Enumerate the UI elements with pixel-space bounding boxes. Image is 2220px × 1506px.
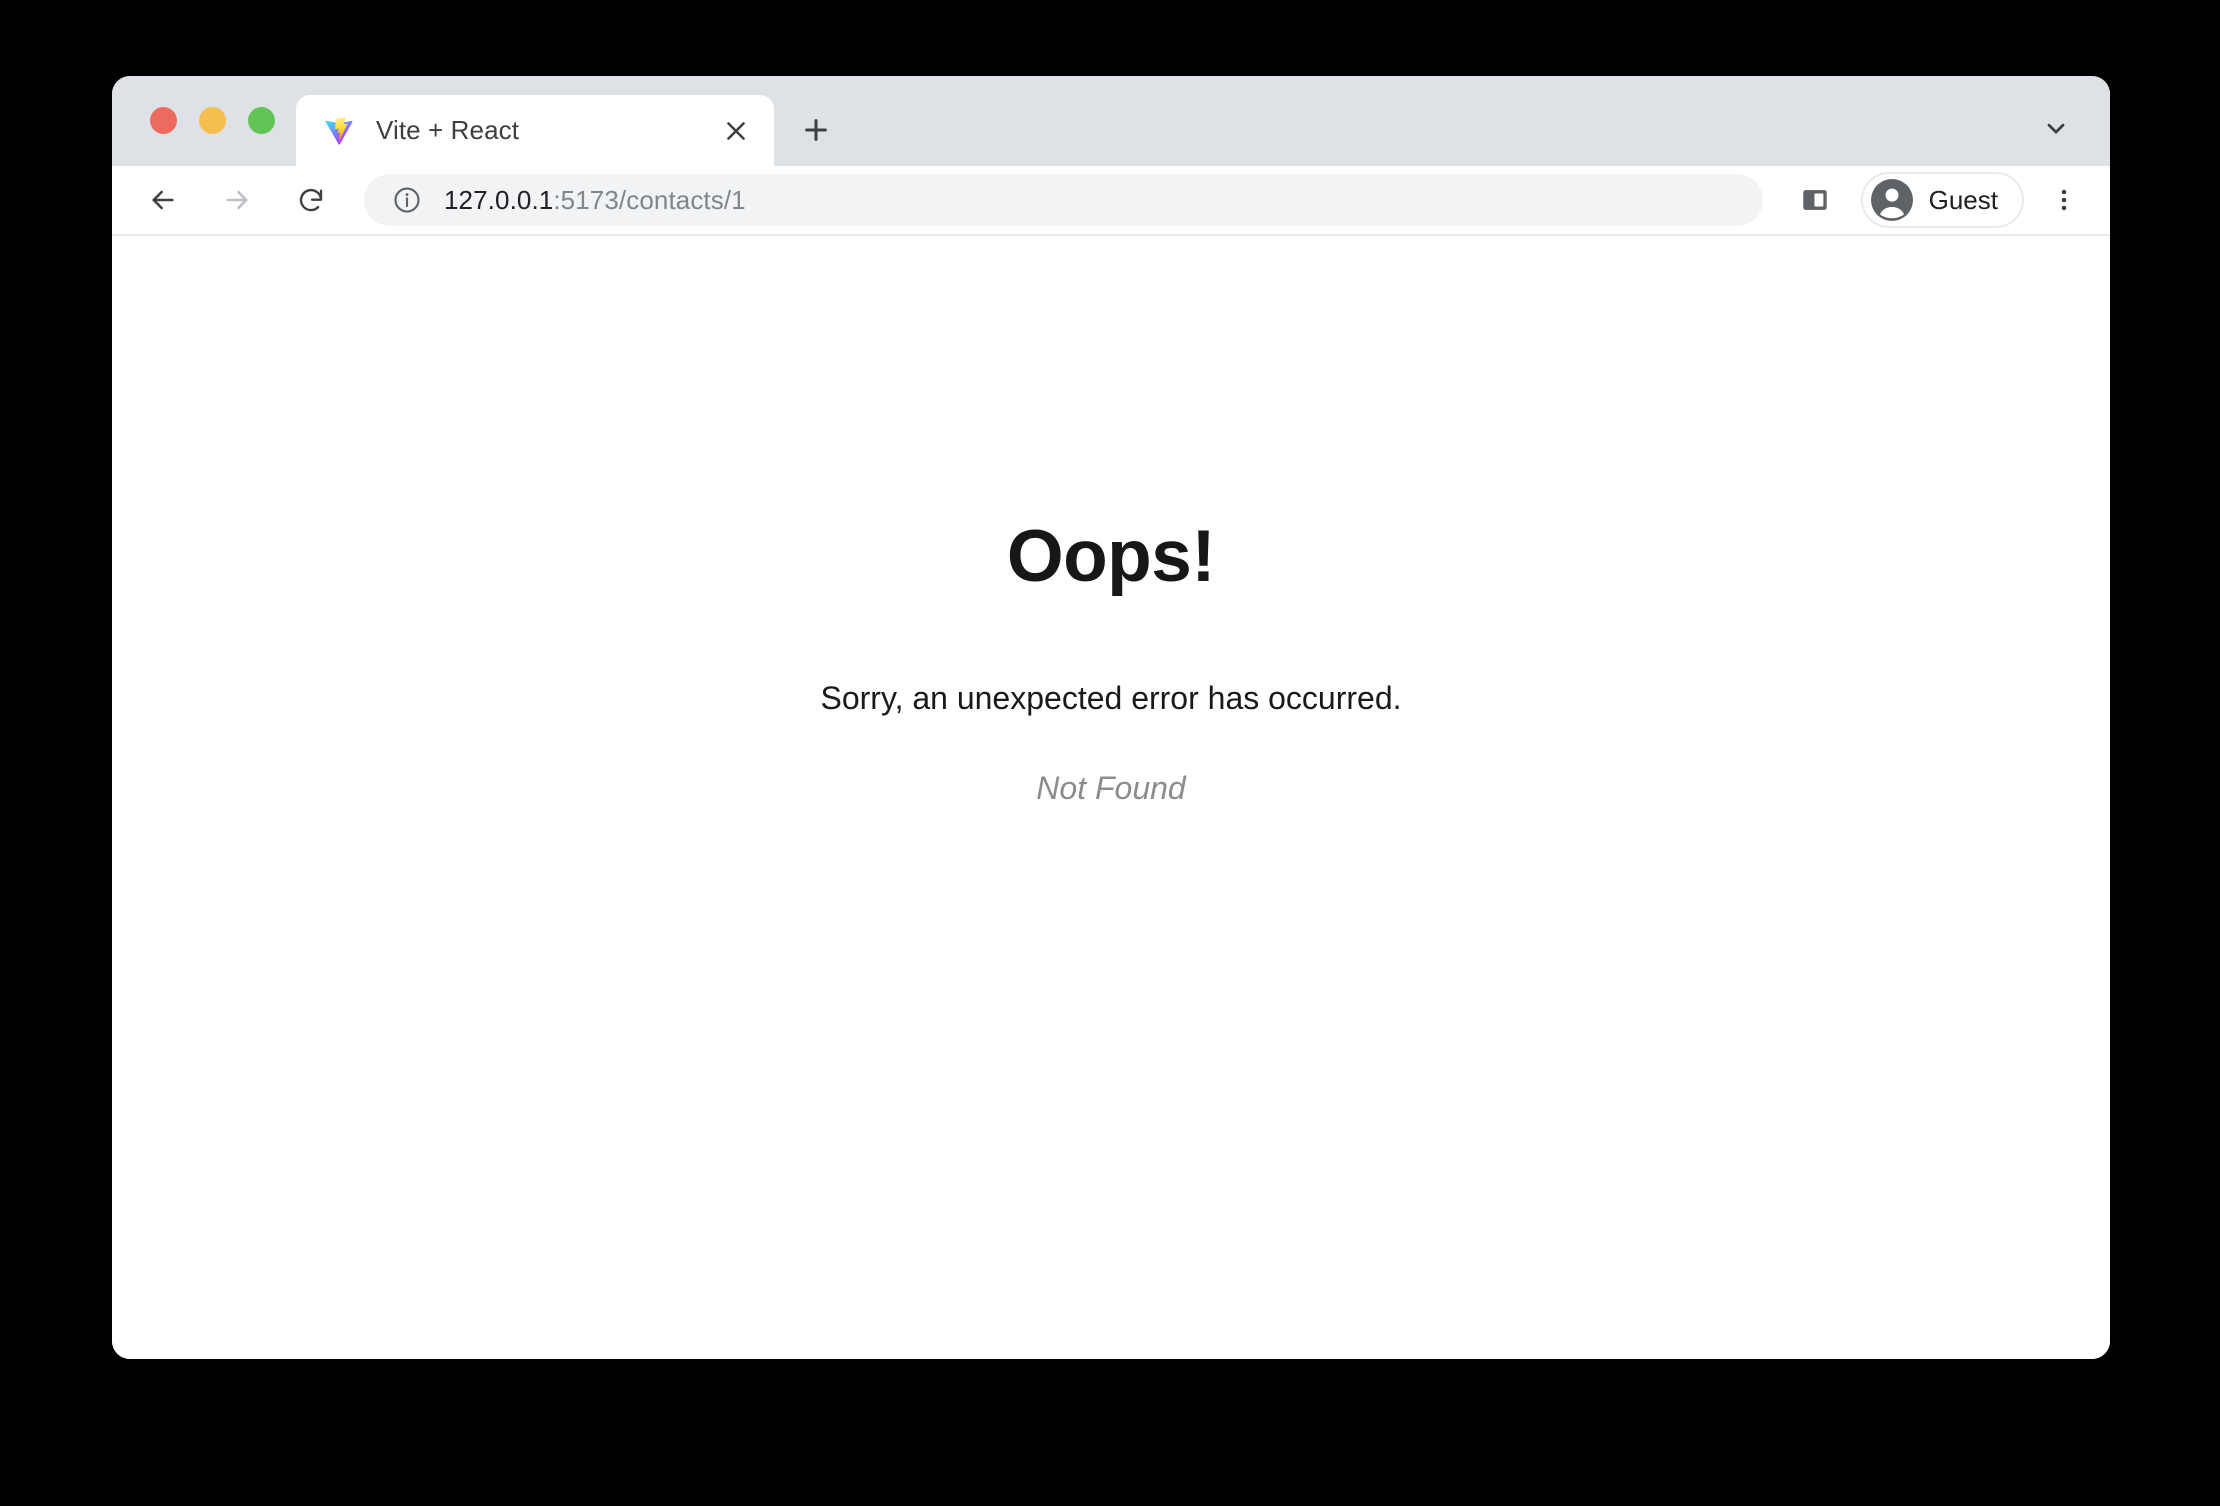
more-vertical-icon bbox=[2061, 189, 2067, 211]
side-panel-button[interactable] bbox=[1791, 176, 1839, 224]
window-minimize-button[interactable] bbox=[199, 107, 226, 134]
vite-logo-icon bbox=[325, 116, 353, 145]
arrow-left-icon bbox=[152, 190, 174, 210]
reload-icon bbox=[299, 188, 323, 212]
tab-vite-react[interactable]: Vite + React bbox=[296, 95, 774, 166]
browser-toolbar: 127.0.0.1:5173/contacts/1 Guest bbox=[112, 166, 2110, 236]
window-close-button[interactable] bbox=[150, 107, 177, 134]
reload-button[interactable] bbox=[284, 173, 338, 227]
new-tab-button[interactable] bbox=[790, 104, 842, 156]
url-host: 127.0.0.1 bbox=[444, 184, 554, 215]
window-maximize-button[interactable] bbox=[248, 107, 275, 134]
page-viewport: Oops! Sorry, an unexpected error has occ… bbox=[112, 236, 2110, 1359]
error-heading: Oops! bbox=[1006, 516, 1216, 597]
side-panel-icon bbox=[1802, 190, 1827, 210]
tab-title: Vite + React bbox=[376, 115, 520, 145]
tab-search-button[interactable] bbox=[2030, 102, 2082, 154]
window-controls bbox=[150, 107, 275, 134]
arrow-right-icon bbox=[226, 190, 248, 210]
info-circle-icon[interactable] bbox=[392, 185, 422, 215]
error-detail: Not Found bbox=[1036, 770, 1186, 806]
browser-menu-button[interactable] bbox=[2040, 176, 2088, 224]
profile-button[interactable]: Guest bbox=[1860, 172, 2024, 228]
tab-strip: Vite + React bbox=[112, 76, 2110, 166]
url-path: :5173/contacts/1 bbox=[553, 184, 746, 215]
error-message: Sorry, an unexpected error has occurred. bbox=[820, 680, 1402, 716]
forward-button bbox=[210, 173, 264, 227]
plus-icon bbox=[805, 119, 827, 141]
back-button[interactable] bbox=[136, 173, 190, 227]
account-circle-icon bbox=[1870, 179, 1913, 221]
address-bar-url: 127.0.0.1:5173/contacts/1 bbox=[444, 185, 746, 216]
address-bar[interactable]: 127.0.0.1:5173/contacts/1 bbox=[364, 174, 1763, 226]
profile-name: Guest bbox=[1928, 184, 1998, 215]
browser-window: Vite + React 127.0.0.1:5173/contacts/1 G… bbox=[112, 76, 2110, 1359]
close-icon bbox=[727, 121, 745, 140]
chevron-down-icon bbox=[2047, 123, 2065, 134]
error-page: Oops! Sorry, an unexpected error has occ… bbox=[112, 236, 2110, 804]
tab-close-button[interactable] bbox=[714, 109, 758, 153]
